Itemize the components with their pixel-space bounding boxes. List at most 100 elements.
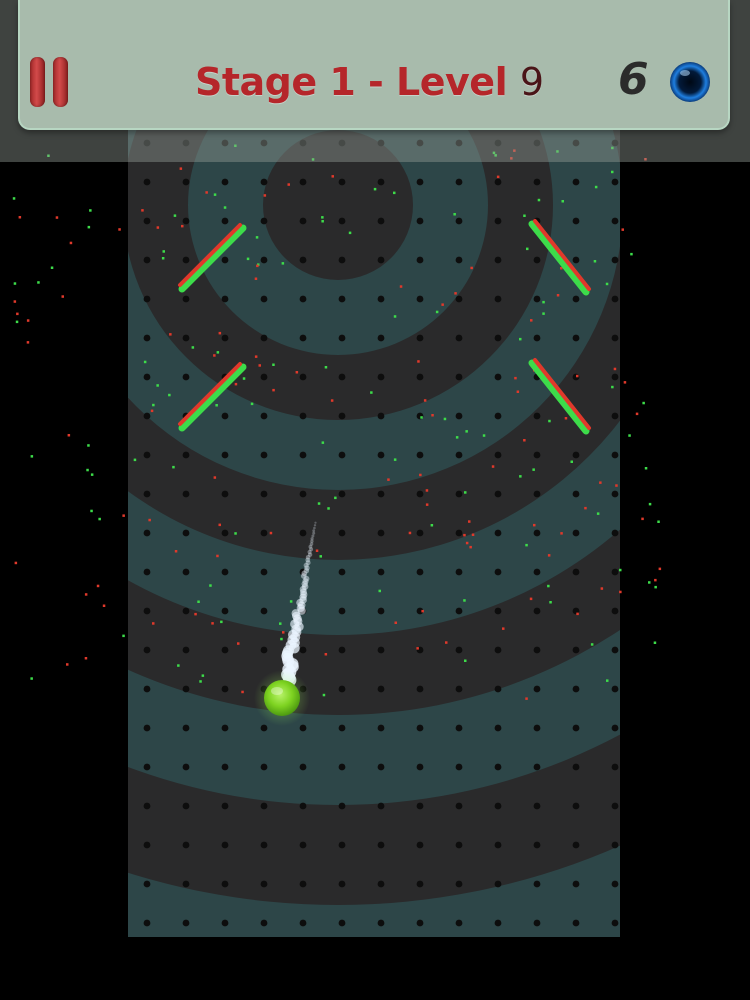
peg [611,568,619,576]
peg [533,607,541,615]
peg [416,724,424,732]
spark [321,216,324,219]
spark [619,590,622,594]
spark [201,674,205,677]
spark [250,402,254,406]
peg [260,373,268,381]
peg [260,451,268,459]
peg [338,490,346,498]
spark [122,514,125,517]
peg [260,646,268,654]
peg [572,490,580,498]
peg [260,412,268,420]
spark [606,679,609,682]
peg [143,451,151,459]
spark [161,257,165,260]
spark [324,366,328,369]
spark [523,214,526,217]
peg [572,802,580,810]
peg [143,490,151,498]
spark [443,417,447,421]
spark [141,209,144,212]
peg [338,334,346,342]
peg [572,178,580,186]
pause-button[interactable] [28,57,72,107]
peg [572,568,580,576]
peg [455,919,463,927]
spark [482,434,486,437]
peg [377,919,385,927]
peg [299,802,307,810]
peg [533,295,541,303]
spark [576,612,579,616]
spark [423,399,427,402]
peg [533,334,541,342]
peg [221,490,229,498]
spark [416,647,419,650]
peg [143,919,151,927]
peg [299,841,307,849]
spark [241,690,244,694]
spark [654,578,657,582]
spark [16,312,19,316]
player-ball[interactable] [254,670,310,726]
peg [494,724,502,732]
spark [256,264,259,268]
spark [394,621,397,624]
spark [255,236,259,239]
peg [377,607,385,615]
spark [560,532,563,535]
peg [221,412,229,420]
spark [594,185,598,189]
peg [260,802,268,810]
peg [455,607,463,615]
spark [623,381,627,384]
peg [611,451,619,459]
level-number: 9 [519,60,544,104]
spark [523,439,526,442]
spark [584,506,587,510]
spark [61,295,64,298]
peg [143,802,151,810]
peg [455,490,463,498]
blue-orb-icon [670,62,710,102]
spark [420,416,423,419]
peg [572,256,580,264]
spark [596,512,600,515]
spark [50,266,54,269]
peg [611,178,619,186]
game-screen[interactable]: Stage 1 - Level 9 6 [0,0,750,1000]
peg [260,880,268,888]
spark [611,170,614,174]
peg [182,217,190,225]
peg [533,763,541,771]
spark [526,247,529,251]
peg [611,295,619,303]
peg [416,802,424,810]
spark [373,187,377,191]
spark [496,175,500,179]
spark [281,262,285,265]
peg [416,919,424,927]
spark [102,604,106,607]
spark [287,183,290,186]
peg [494,880,502,888]
peg [299,880,307,888]
peg [455,529,463,537]
spark [87,225,91,229]
spark [324,653,328,656]
spark [272,388,275,392]
spark [532,468,535,471]
spark [470,266,473,270]
peg [455,451,463,459]
peg [182,529,190,537]
spark [628,434,631,437]
spark [156,226,160,229]
peg [455,217,463,225]
spark [441,303,444,306]
spark [564,417,568,420]
peg [455,334,463,342]
spark [370,391,373,394]
peg [143,763,151,771]
spark [542,300,545,304]
